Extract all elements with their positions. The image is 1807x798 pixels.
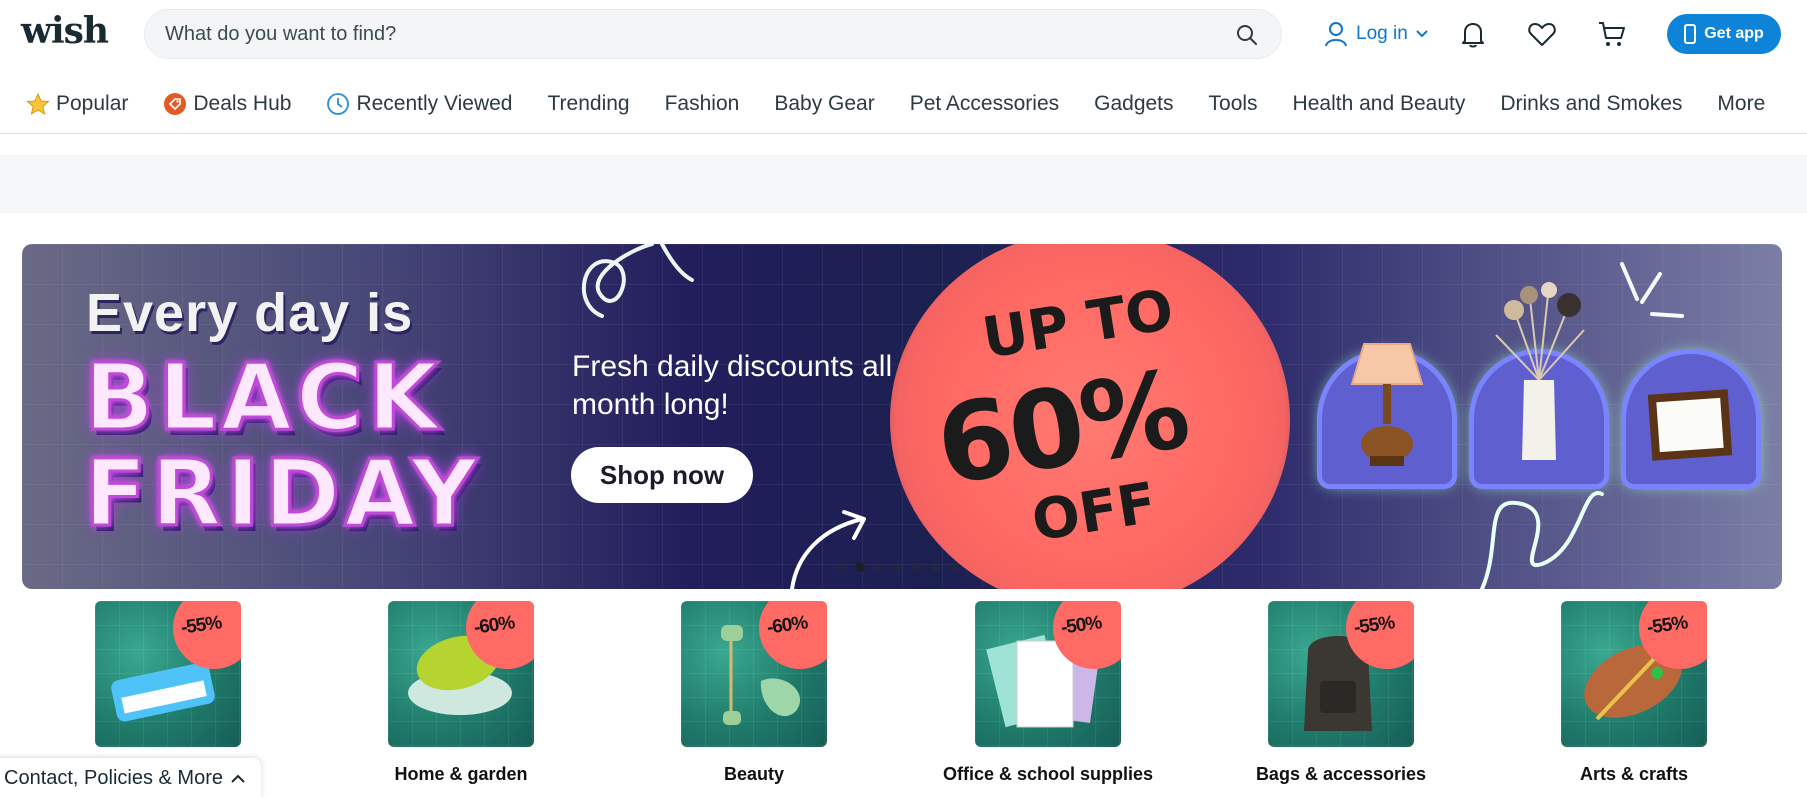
category-image: -55% [95, 601, 241, 747]
carousel-dot-active[interactable] [855, 562, 865, 572]
nav-item-pet-accessories[interactable]: Pet Accessories [910, 90, 1059, 118]
shop-now-button[interactable]: Shop now [571, 447, 753, 503]
get-app-label: Get app [1704, 25, 1764, 42]
login-button[interactable]: Log in [1324, 18, 1428, 50]
bell-icon[interactable] [1457, 18, 1489, 50]
banner-headline-black: BLACK [83, 343, 443, 453]
carousel-dot[interactable] [950, 562, 960, 572]
arrow-decoration [790, 510, 866, 589]
wish-logo[interactable]: wish [21, 10, 109, 52]
banner-headline-friday: FRIDAY [82, 439, 482, 549]
nav-label: Health and Beauty [1292, 92, 1466, 115]
nav-item-baby-gear[interactable]: Baby Gear [774, 90, 874, 118]
nav-item-gadgets[interactable]: Gadgets [1094, 90, 1173, 118]
category-image: -55% [1268, 601, 1414, 747]
sparkle-decoration [1480, 262, 1684, 589]
search-input[interactable] [165, 10, 1215, 58]
category-tile-office-school[interactable]: -50% Office & school supplies [943, 601, 1153, 784]
nav-label: Deals Hub [193, 92, 292, 115]
user-icon [1325, 22, 1347, 47]
category-tile-home-garden[interactable]: -60% Home & garden [388, 601, 534, 784]
nav-label: Baby Gear [774, 92, 875, 115]
nav-label: More [1717, 92, 1766, 115]
get-app-button[interactable]: Get app [1667, 14, 1781, 54]
carousel-dot[interactable] [893, 562, 903, 572]
nav-label: Fashion [664, 92, 740, 115]
login-label: Log in [1356, 23, 1408, 44]
header: wish Log in Get app [0, 0, 1807, 68]
nav-item-fashion[interactable]: Fashion [665, 90, 740, 118]
carousel-dot[interactable] [874, 562, 884, 572]
nav-item-popular[interactable]: Popular [26, 90, 128, 118]
nav-item-health-and-beauty[interactable]: Health and Beauty [1293, 90, 1466, 118]
nav-label: Tools [1208, 92, 1258, 115]
tag-icon [164, 93, 187, 115]
cart-icon[interactable] [1596, 18, 1628, 50]
banner-headline-small: Every day is [86, 283, 414, 343]
star-icon [26, 92, 50, 116]
carousel-dot[interactable] [912, 562, 922, 572]
chevron-down-icon [1416, 30, 1428, 38]
carousel-dot[interactable] [931, 562, 941, 572]
category-image: -60% [388, 601, 534, 747]
carousel-dots [836, 562, 960, 572]
footer-links-toggle[interactable]: Contact, Policies & More [0, 758, 261, 798]
category-tile-bags-accessories[interactable]: -55% Bags & accessories [1256, 601, 1426, 784]
footer-links-label: Contact, Policies & More [4, 766, 223, 789]
category-image: -60% [681, 601, 827, 747]
nav-label: Drinks and Smokes [1500, 92, 1683, 115]
clock-icon [327, 93, 350, 115]
category-image: -50% [975, 601, 1121, 747]
nav-label: Trending [547, 92, 630, 115]
squiggle-decoration [582, 244, 694, 318]
category-tile-toys[interactable]: -55% [95, 601, 241, 747]
nav-item-tools[interactable]: Tools [1209, 90, 1258, 118]
nav-label: Popular [56, 92, 129, 115]
search-icon[interactable] [1235, 23, 1259, 47]
category-label: Arts & crafts [1579, 764, 1689, 784]
nav-item-trending[interactable]: Trending [548, 90, 630, 118]
heart-icon[interactable] [1526, 18, 1558, 50]
category-image: -55% [1561, 601, 1707, 747]
category-tile-beauty[interactable]: -60% Beauty [681, 601, 827, 784]
phone-icon [1684, 24, 1697, 44]
nav-item-drinks-and-smokes[interactable]: Drinks and Smokes [1500, 90, 1682, 118]
nav-item-more[interactable]: More [1717, 90, 1765, 118]
carousel-dot[interactable] [836, 562, 846, 572]
placeholder-strip [0, 155, 1807, 213]
chevron-up-icon [231, 774, 245, 783]
search-bar[interactable] [144, 9, 1282, 59]
nav-label: Gadgets [1094, 92, 1174, 115]
lamp-image [1350, 343, 1424, 466]
nav-item-recently-viewed[interactable]: Recently Viewed [326, 90, 513, 118]
nav-label: Pet Accessories [909, 92, 1060, 115]
category-nav: Popular Deals Hub Recently Viewed Trendi… [0, 82, 1807, 134]
nav-label: Recently Viewed [356, 92, 513, 115]
banner-subtitle: Fresh daily discounts all month long! [572, 350, 893, 421]
product-arch-lamp [1322, 343, 1452, 484]
nav-item-deals-hub[interactable]: Deals Hub [163, 90, 291, 118]
category-tile-arts-crafts[interactable]: -55% Arts & crafts [1561, 601, 1707, 784]
black-friday-banner[interactable]: Every day is BLACK FRIDAY Fresh daily di… [22, 244, 1782, 589]
